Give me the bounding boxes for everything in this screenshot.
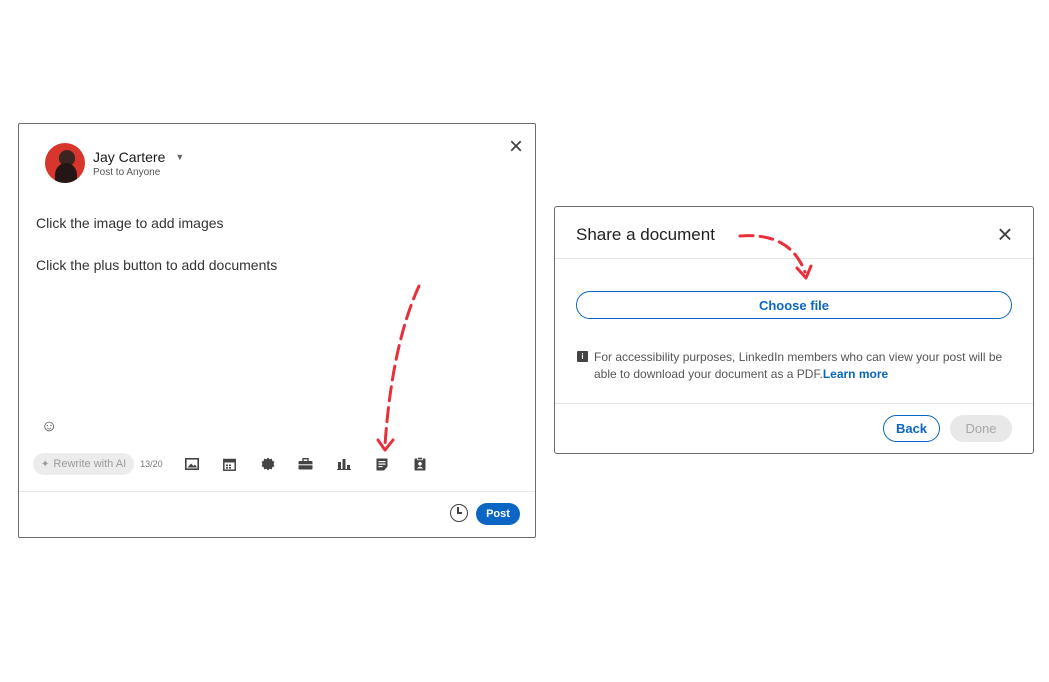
- close-icon[interactable]: ×: [505, 135, 527, 159]
- avatar: [45, 143, 85, 183]
- post-body-line[interactable]: Click the image to add images: [36, 215, 224, 231]
- done-button: Done: [950, 415, 1012, 442]
- accessibility-notice: i For accessibility purposes, LinkedIn m…: [577, 349, 1009, 383]
- emoji-icon[interactable]: ☺: [41, 418, 57, 436]
- clipboard-icon[interactable]: [401, 453, 439, 475]
- divider: [555, 258, 1033, 259]
- close-icon[interactable]: ×: [993, 221, 1017, 247]
- post-visibility: Post to Anyone: [93, 166, 161, 178]
- choose-file-button[interactable]: Choose file: [576, 291, 1012, 319]
- author-name: Jay Cartere: [93, 148, 166, 165]
- poll-icon[interactable]: [325, 453, 363, 475]
- divider: [555, 403, 1033, 404]
- author-selector[interactable]: Jay Cartere ▼ Post to Anyone: [45, 143, 184, 183]
- calendar-icon[interactable]: [211, 453, 249, 475]
- image-icon[interactable]: [173, 453, 211, 475]
- post-button[interactable]: Post: [476, 503, 520, 525]
- dialog-title: Share a document: [576, 225, 715, 244]
- back-button[interactable]: Back: [883, 415, 940, 442]
- share-document-dialog: Share a document × Choose file i For acc…: [554, 206, 1034, 454]
- composer-toolbar: ✦ Rewrite with AI 13/20: [33, 453, 439, 475]
- info-icon: i: [577, 351, 588, 362]
- celebrate-icon[interactable]: [249, 453, 287, 475]
- character-count: 13/20: [140, 459, 163, 469]
- divider: [19, 491, 535, 492]
- learn-more-link[interactable]: Learn more: [823, 367, 888, 381]
- caret-down-icon: ▼: [175, 151, 185, 162]
- briefcase-icon[interactable]: [287, 453, 325, 475]
- sparkle-icon: ✦: [41, 458, 50, 470]
- post-composer: × Jay Cartere ▼ Post to Anyone Click the…: [18, 123, 536, 538]
- schedule-clock-icon[interactable]: [450, 504, 468, 522]
- info-text: For accessibility purposes, LinkedIn mem…: [594, 350, 1003, 381]
- post-body-line[interactable]: Click the plus button to add documents: [36, 257, 277, 273]
- document-icon[interactable]: [363, 453, 401, 475]
- rewrite-with-ai-button[interactable]: ✦ Rewrite with AI: [33, 453, 135, 475]
- rewrite-label: Rewrite with AI: [53, 458, 127, 470]
